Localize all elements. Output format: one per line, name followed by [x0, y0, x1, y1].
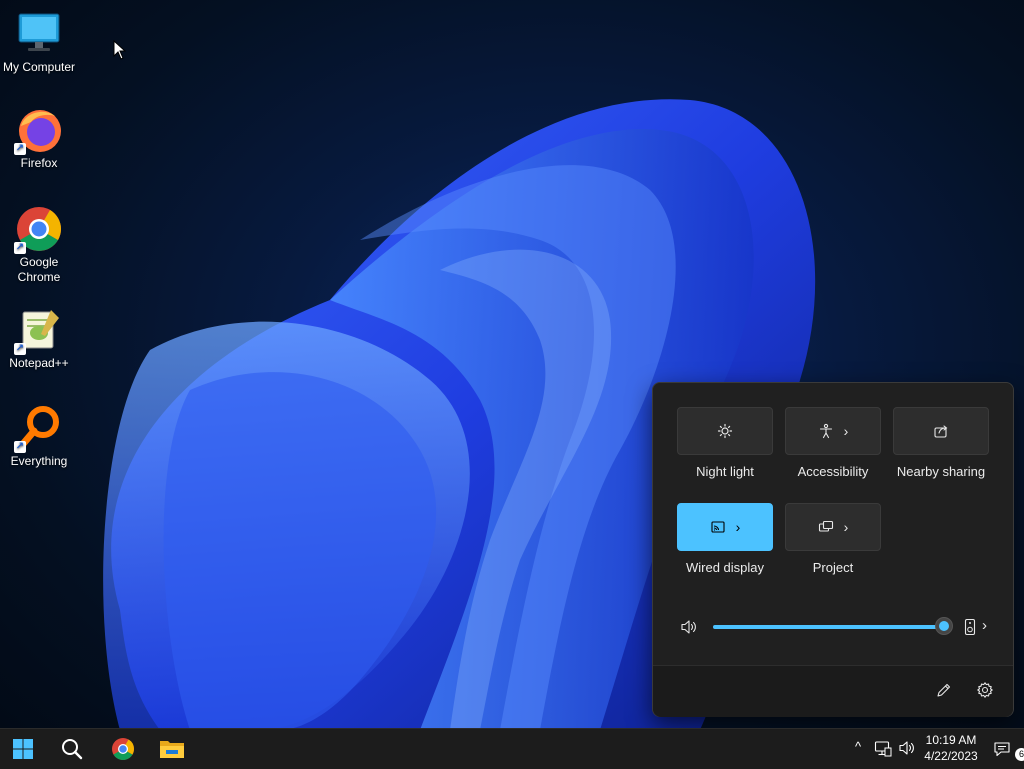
chrome-icon: ↗: [14, 205, 63, 254]
speaker-icon[interactable]: [898, 740, 916, 756]
audio-output-icon[interactable]: [964, 618, 976, 636]
notifications-badge: 6: [1015, 748, 1024, 761]
computer-icon: [15, 10, 63, 58]
wired-display-toggle[interactable]: ›: [677, 503, 773, 551]
cast-icon: [711, 521, 725, 533]
accessibility-label: Accessibility: [797, 464, 869, 479]
desktop-icon-everything[interactable]: ↗ Everything: [0, 404, 78, 469]
chevron-right-icon[interactable]: ›: [844, 423, 849, 439]
desktop-icon-label: Everything: [10, 454, 68, 468]
brightness-icon: [717, 423, 733, 439]
mouse-cursor-icon: [113, 40, 127, 60]
gear-icon[interactable]: [976, 681, 994, 699]
everything-icon: ↗: [14, 404, 63, 453]
start-button[interactable]: [3, 733, 43, 765]
project-toggle[interactable]: ›: [785, 503, 881, 551]
wired-display-label: Wired display: [685, 560, 765, 575]
desktop-icon-label: Firefox: [20, 156, 58, 170]
accessibility-toggle[interactable]: ›: [785, 407, 881, 455]
shortcut-arrow-icon: ↗: [14, 242, 26, 254]
project-icon: [818, 520, 833, 532]
start-icon: [13, 739, 33, 759]
search-button[interactable]: [52, 733, 92, 765]
shortcut-arrow-icon: ↗: [14, 143, 26, 155]
volume-slider-track[interactable]: [713, 625, 945, 629]
shortcut-arrow-icon: ↗: [14, 343, 26, 355]
desktop-icon-firefox[interactable]: ↗ Firefox: [0, 106, 78, 171]
file-explorer-icon: [160, 741, 184, 758]
taskbar: ^ 10:19 AM 4/22/2023: [0, 728, 1024, 769]
night-light-label: Night light: [696, 464, 754, 479]
notepadpp-icon: ↗: [14, 306, 63, 355]
desktop-icon-label: Notepad++: [9, 356, 69, 370]
pencil-icon[interactable]: [936, 682, 952, 698]
nearby-sharing-toggle[interactable]: [893, 407, 989, 455]
clock-date: 4/22/2023: [924, 749, 978, 763]
nearby-sharing-label: Nearby sharing: [896, 464, 986, 479]
shortcut-arrow-icon: ↗: [14, 441, 26, 453]
volume-slider-thumb[interactable]: [935, 617, 953, 635]
chevron-up-icon[interactable]: ^: [850, 739, 866, 759]
taskbar-clock[interactable]: 10:19 AM 4/22/2023: [918, 732, 984, 764]
share-icon: [934, 425, 948, 438]
desktop-icon-label: Google Chrome: [17, 255, 61, 284]
desktop-icon-my-computer[interactable]: My Computer: [0, 10, 78, 75]
speaker-icon[interactable]: [680, 619, 698, 635]
taskbar-file-explorer-button[interactable]: [152, 733, 192, 765]
quick-settings-footer: [653, 665, 1013, 717]
firefox-icon: ↗: [14, 106, 63, 155]
audio-output-chevron-icon[interactable]: ›: [982, 617, 987, 634]
project-label: Project: [812, 560, 854, 575]
desktop-icon-google-chrome[interactable]: ↗ Google Chrome: [0, 205, 78, 285]
clock-time: 10:19 AM: [925, 733, 977, 747]
chevron-right-icon[interactable]: ›: [736, 519, 741, 535]
notifications-icon[interactable]: [993, 740, 1011, 758]
accessibility-icon: [819, 423, 832, 439]
desktop-icon-label: My Computer: [2, 60, 76, 74]
chevron-right-icon[interactable]: ›: [844, 519, 849, 535]
taskbar-chrome-button[interactable]: [103, 733, 143, 765]
chrome-icon: [112, 738, 134, 760]
search-icon: [62, 739, 83, 760]
desktop-icon-notepadpp[interactable]: ↗ Notepad++: [0, 306, 78, 371]
night-light-toggle[interactable]: [677, 407, 773, 455]
network-icon[interactable]: [874, 740, 892, 758]
